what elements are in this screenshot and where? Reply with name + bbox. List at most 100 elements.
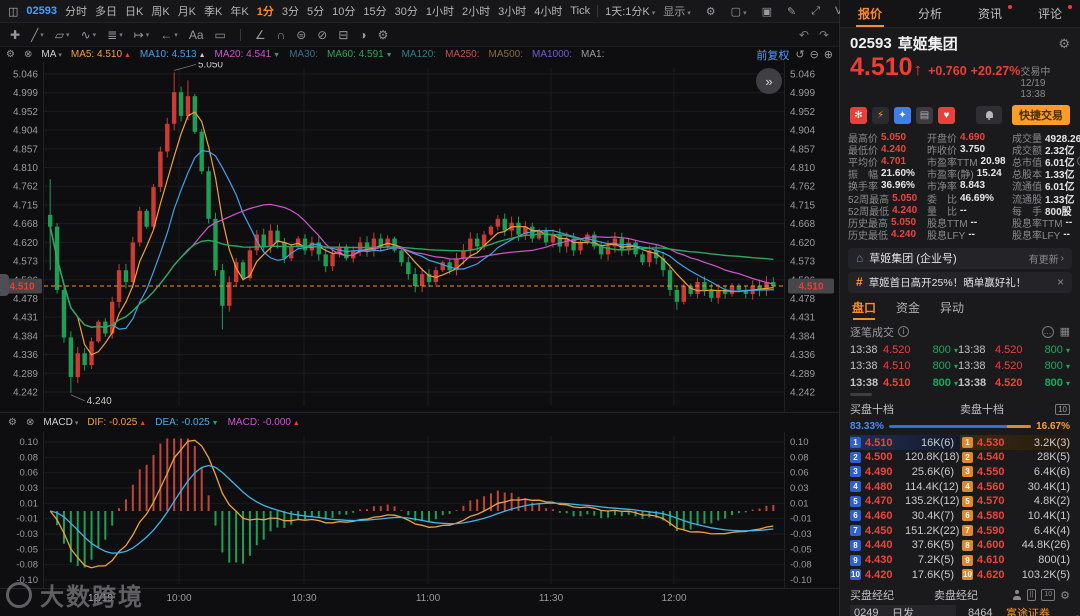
comment-tool-icon[interactable]: ▭ (215, 28, 226, 42)
toolbar-item-月K[interactable]: 月K (174, 3, 200, 19)
toolbar-item-1天:1分K[interactable]: 1天:1分K ▾ (601, 3, 659, 19)
toolbar-item-周K[interactable]: 周K (147, 3, 173, 19)
text-tool-icon[interactable]: Aa (189, 28, 204, 42)
tab-资讯[interactable]: 资讯 (960, 0, 1020, 27)
arrow-tool-icon[interactable]: ← ▾ (160, 28, 178, 42)
orderbook[interactable]: 1 4.510 16K(6) 2 4.500 120.8K(18) 3 4.490 25.6K(… (840, 435, 1080, 582)
angle-tool-icon[interactable]: ∠ (255, 28, 266, 42)
macd-selector[interactable]: MACD ▾ (43, 417, 78, 428)
toolbar-item-5分[interactable]: 5分 (303, 3, 328, 19)
undo-icon[interactable]: ↶ (799, 28, 809, 42)
tab-报价[interactable]: 报价 (840, 0, 900, 27)
candlestick-chart[interactable]: 5.046 5.046 4.999 4.999 4.952 4.952 4.904 4.904… (0, 59, 839, 412)
redo-icon[interactable]: ↷ (819, 28, 829, 42)
macd-settings-icon[interactable]: ⚙ (8, 417, 17, 428)
adjust-mode-link[interactable]: 前复权 (756, 47, 789, 63)
toolbar-item-多日[interactable]: 多日 (91, 3, 121, 19)
toolbar-item-年K[interactable]: 年K (226, 3, 252, 19)
bid-row-1[interactable]: 1 4.510 16K(6) (850, 435, 960, 450)
ma-close-icon[interactable]: ⊗ (24, 49, 32, 60)
tab-盘口[interactable]: 盘口 (852, 299, 876, 316)
bid-row-8[interactable]: 8 4.440 37.6K(5) (850, 538, 960, 553)
broker-person-icon[interactable] (1012, 590, 1022, 601)
depth-level-icon[interactable]: 10 (1055, 403, 1070, 415)
tab-异动[interactable]: 异动 (940, 299, 964, 316)
ma-settings-icon[interactable]: ⚙ (6, 49, 15, 60)
tab-资金[interactable]: 资金 (896, 299, 920, 316)
draw-settings-icon[interactable]: ⚙ (378, 28, 389, 42)
ask-row-10[interactable]: 10 4.620 103.2K(5) (960, 567, 1070, 582)
compare-mode-icon[interactable]: ◑ (359, 28, 366, 42)
settings-icon[interactable]: ⚙ (702, 5, 720, 18)
broker-row[interactable]: 8464 富途证券 (964, 605, 1078, 616)
promo-banner[interactable]: # 草姬首日高开25%！晒单赢好礼！ × (848, 271, 1072, 293)
bid-row-10[interactable]: 10 4.420 17.6K(5) (850, 567, 960, 582)
ask-row-1[interactable]: 1 4.530 3.2K(3) (960, 435, 1070, 450)
toolbar-item-30分[interactable]: 30分 (391, 3, 422, 19)
reset-zoom-icon[interactable]: ↺ (795, 48, 804, 61)
bid-row-6[interactable]: 6 4.460 30.4K(7) (850, 509, 960, 524)
ask-row-9[interactable]: 9 4.610 800(1) (960, 553, 1070, 568)
symbol-code[interactable]: 02593 (22, 5, 61, 17)
toolbar-item-15分[interactable]: 15分 (359, 3, 390, 19)
left-edge-handle[interactable] (0, 274, 9, 296)
bid-row-9[interactable]: 9 4.430 7.2K(5) (850, 553, 960, 568)
extend-line-tool-icon[interactable]: ↦ ▾ (134, 28, 150, 42)
broker-depth-icon[interactable]: 10 (1041, 589, 1056, 602)
tab-评论[interactable]: 评论 (1020, 0, 1080, 27)
ask-row-3[interactable]: 3 4.550 6.4K(6) (960, 465, 1070, 480)
ask-row-6[interactable]: 6 4.580 10.4K(1) (960, 509, 1070, 524)
enterprise-banner[interactable]: ⌂ 草姬集团 (企业号) 有更新 › (848, 247, 1072, 269)
bid-row-4[interactable]: 4 4.480 114.4K(12) (850, 479, 960, 494)
toolbar-item-分时[interactable]: 分时 (61, 3, 91, 19)
toolbar-item-3小时[interactable]: 3小时 (494, 3, 530, 19)
chart-style-icon[interactable]: ▢ ▾ (727, 5, 751, 18)
collapse-panel-button[interactable]: » (756, 68, 782, 94)
magnet-tool-icon[interactable]: ∩ (277, 28, 286, 42)
toolbar-item-季K[interactable]: 季K (200, 3, 226, 19)
layout-icon[interactable]: ◫ (4, 5, 22, 18)
toolbar-item-2小时[interactable]: 2小时 (458, 3, 494, 19)
zoom-out-icon[interactable]: ⊖ (810, 48, 819, 61)
broker-settings-icon[interactable]: ⚙ (1060, 589, 1070, 602)
wave-tool-icon[interactable]: ∿ ▾ (81, 28, 97, 42)
grid-view-icon[interactable]: ▦ (1060, 325, 1070, 338)
ask-row-5[interactable]: 5 4.570 4.8K(2) (960, 494, 1070, 509)
continuous-draw-icon[interactable]: ⊜ (296, 28, 306, 42)
bid-row-5[interactable]: 5 4.470 135.2K(12) (850, 494, 960, 509)
close-icon[interactable]: × (1057, 275, 1064, 289)
broker-queue[interactable]: 0249日发8189中银国际9139实德1799耀才 8464富途证券8308富… (840, 605, 1080, 616)
more-options-icon[interactable]: … (1041, 325, 1054, 338)
broker-pause-icon[interactable]: || (1026, 589, 1037, 602)
zoom-in-icon[interactable]: ⊕ (824, 48, 833, 61)
draw-icon[interactable]: ✎ (783, 5, 800, 18)
fullscreen-icon[interactable]: ⤢ (807, 5, 824, 18)
info-icon[interactable]: i (898, 326, 909, 338)
toolbar-item-4小时[interactable]: 4小时 (530, 3, 566, 19)
screenshot-icon[interactable]: ▣ (758, 5, 776, 18)
toolbar-item-1分[interactable]: 1分 (253, 3, 278, 19)
toolbar-item-10分[interactable]: 10分 (328, 3, 359, 19)
stock-settings-icon[interactable]: ⚙ (1058, 36, 1070, 52)
lines-tool-icon[interactable]: ≣ ▾ (107, 28, 123, 42)
toolbar-item-3分[interactable]: 3分 (278, 3, 303, 19)
delete-drawings-icon[interactable]: ⊟ (338, 28, 348, 42)
alert-bell-button[interactable] (976, 106, 1002, 124)
quick-trade-button[interactable]: 快捷交易 (1012, 105, 1070, 125)
ma-selector[interactable]: MA ▾ (41, 49, 62, 60)
macd-chart[interactable]: 0.10 0.10 0.08 0.08 0.06 0.06 0.03 0.03 0.01 0.01… (0, 432, 839, 588)
toolbar-item-日K[interactable]: 日K (121, 3, 147, 19)
line-tool-icon[interactable]: ╱ ▾ (31, 28, 44, 42)
shape-tool-icon[interactable]: ▱ ▾ (55, 28, 70, 42)
tick-trades-list[interactable]: 13:38 4.520 800 ▾ 13:38 4.520 800 ▾ 13:38 4.510… (840, 342, 1080, 397)
macd-close-icon[interactable]: ⊗ (26, 417, 34, 428)
ask-row-2[interactable]: 2 4.540 28K(5) (960, 450, 1070, 465)
toolbar-item-Tick[interactable]: Tick (566, 5, 594, 17)
bid-row-3[interactable]: 3 4.490 25.6K(6) (850, 465, 960, 480)
ask-row-4[interactable]: 4 4.560 30.4K(1) (960, 479, 1070, 494)
toolbar-item-显示[interactable]: 显示 ▾ (659, 3, 695, 19)
bid-row-7[interactable]: 7 4.450 151.2K(22) (850, 523, 960, 538)
bid-row-2[interactable]: 2 4.500 120.8K(18) (850, 450, 960, 465)
broker-row[interactable]: 0249 日发 (850, 605, 956, 616)
hide-drawings-icon[interactable]: ⊘ (317, 28, 327, 42)
